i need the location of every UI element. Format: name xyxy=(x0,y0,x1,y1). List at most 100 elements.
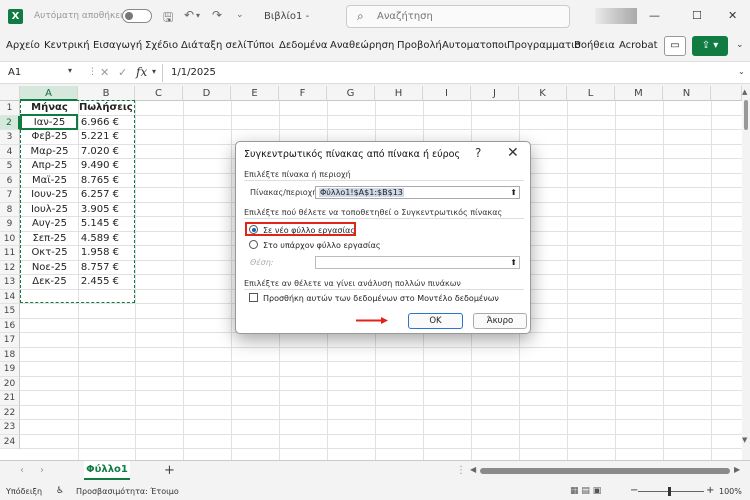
accessibility-status[interactable]: Προσβασιμότητα: Έτοιμο xyxy=(76,487,179,496)
column-header-g[interactable]: G xyxy=(327,86,375,101)
column-header-l[interactable]: L xyxy=(567,86,615,101)
sheet-next-icon[interactable]: › xyxy=(40,465,44,476)
row-header[interactable]: 16 xyxy=(0,318,20,333)
column-header-k[interactable]: K xyxy=(519,86,567,101)
minimize-icon[interactable]: — xyxy=(649,9,660,22)
row-header[interactable]: 13 xyxy=(0,275,20,290)
data-model-checkbox-label[interactable]: Προσθήκη αυτών των δεδομένων στο Μοντέλο… xyxy=(263,294,499,303)
row-header[interactable]: 1 xyxy=(0,101,20,116)
scroll-down-icon[interactable]: ▼ xyxy=(742,436,747,444)
row-header[interactable]: 14 xyxy=(0,289,20,304)
expand-formula-bar-icon[interactable]: ⌄ xyxy=(738,67,745,76)
row-header[interactable]: 3 xyxy=(0,130,20,145)
data-model-checkbox[interactable] xyxy=(249,293,258,302)
share-button[interactable]: ⇪ ▾ xyxy=(692,36,728,56)
row-header[interactable]: 2 xyxy=(0,115,20,130)
tab-insert[interactable]: Εισαγωγή xyxy=(93,40,142,51)
tab-home[interactable]: Κεντρική xyxy=(44,40,90,51)
row-header[interactable]: 22 xyxy=(0,405,20,420)
close-dialog-icon[interactable]: ✕ xyxy=(507,145,519,161)
fx-dropdown-icon[interactable]: ▾ xyxy=(152,67,156,76)
row-header[interactable]: 9 xyxy=(0,217,20,232)
tab-view[interactable]: Προβολή xyxy=(397,40,442,51)
tab-data[interactable]: Δεδομένα xyxy=(279,40,327,51)
row-header[interactable]: 10 xyxy=(0,231,20,246)
row-header[interactable]: 5 xyxy=(0,159,20,174)
row-header[interactable]: 8 xyxy=(0,202,20,217)
tab-review[interactable]: Αναθεώρηση xyxy=(330,40,394,51)
formula-input[interactable]: 1/1/2025 xyxy=(171,67,216,78)
sheet-prev-icon[interactable]: ‹ xyxy=(20,465,24,476)
zoom-slider-thumb[interactable] xyxy=(668,487,671,496)
help-icon[interactable]: ? xyxy=(475,146,481,160)
column-header-a[interactable]: A xyxy=(20,86,78,101)
cancel-button[interactable]: Άκυρο xyxy=(473,313,527,329)
name-box-dropdown-icon[interactable]: ▾ xyxy=(68,66,72,75)
vertical-scroll-thumb[interactable] xyxy=(744,100,748,130)
tab-help[interactable]: Βοήθεια xyxy=(574,40,615,51)
tab-splitter-icon[interactable]: ⋮ xyxy=(456,465,466,476)
scroll-left-icon[interactable]: ◀ xyxy=(470,465,476,474)
row-header[interactable]: 4 xyxy=(0,144,20,159)
zoom-in-icon[interactable]: + xyxy=(706,485,714,496)
column-header-o[interactable] xyxy=(711,86,742,101)
row-header[interactable]: 21 xyxy=(0,391,20,406)
ribbon-collapse-icon[interactable]: ⌄ xyxy=(736,40,744,50)
vertical-scrollbar[interactable]: ▲ ▼ xyxy=(742,86,750,460)
tab-acrobat[interactable]: Acrobat xyxy=(619,40,658,51)
range-input[interactable]: Φύλλο1!$A$1:$B$13 ⬆ xyxy=(315,186,520,199)
save-icon[interactable]: 🖫 xyxy=(163,8,173,29)
row-header[interactable]: 12 xyxy=(0,260,20,275)
cancel-entry-icon[interactable]: ✕ xyxy=(100,66,109,79)
tab-formulas[interactable]: Τύποι xyxy=(247,40,274,51)
column-header-i[interactable]: I xyxy=(423,86,471,101)
column-header-c[interactable]: C xyxy=(135,86,183,101)
view-buttons-icon[interactable]: ▦ ▤ ▣ xyxy=(570,486,601,496)
radio-existing-worksheet[interactable] xyxy=(249,240,258,249)
column-header-d[interactable]: D xyxy=(183,86,231,101)
scroll-right-icon[interactable]: ▶ xyxy=(734,465,740,474)
zoom-slider[interactable] xyxy=(638,491,704,492)
column-header-h[interactable]: H xyxy=(375,86,423,101)
location-collapse-icon[interactable]: ⬆ xyxy=(510,257,517,268)
row-header[interactable]: 11 xyxy=(0,246,20,261)
ok-button[interactable]: OK xyxy=(408,313,463,329)
row-header[interactable]: 18 xyxy=(0,347,20,362)
zoom-level[interactable]: 100% xyxy=(719,487,742,496)
range-collapse-icon[interactable]: ⬆ xyxy=(510,187,517,198)
more-options-icon[interactable]: ⋮ xyxy=(88,67,97,77)
search-box[interactable]: ⌕ Αναζήτηση xyxy=(346,5,570,28)
insert-function-icon[interactable]: fx xyxy=(136,65,147,79)
row-header[interactable]: 15 xyxy=(0,304,20,319)
maximize-icon[interactable]: ☐ xyxy=(692,9,702,22)
autosave-toggle[interactable] xyxy=(122,9,152,23)
row-header[interactable]: 24 xyxy=(0,434,20,449)
undo-dropdown-icon[interactable]: ▾ xyxy=(196,11,200,20)
close-window-icon[interactable]: ✕ xyxy=(728,9,737,22)
horizontal-scroll-thumb[interactable] xyxy=(480,468,730,474)
sheet-tab-active[interactable]: Φύλλο1 xyxy=(84,461,130,480)
tab-page-layout[interactable]: Διάταξη σελί xyxy=(181,40,247,51)
column-header-f[interactable]: F xyxy=(279,86,327,101)
column-header-b[interactable]: B xyxy=(78,86,135,101)
redo-icon[interactable]: ↷ xyxy=(212,8,222,22)
tab-automate[interactable]: Αυτοματοποι xyxy=(442,40,507,51)
row-header[interactable]: 6 xyxy=(0,173,20,188)
horizontal-scrollbar[interactable]: ◀ ▶ xyxy=(470,465,742,477)
row-header[interactable]: 19 xyxy=(0,362,20,377)
row-header[interactable]: 17 xyxy=(0,333,20,348)
radio-existing-worksheet-label[interactable]: Στο υπάρχον φύλλο εργασίας xyxy=(263,241,381,250)
customize-toolbar-icon[interactable]: ⌄ xyxy=(236,10,244,20)
row-header[interactable]: 20 xyxy=(0,376,20,391)
column-header-n[interactable]: N xyxy=(663,86,711,101)
name-box[interactable]: A1 xyxy=(4,65,78,81)
accessibility-icon[interactable]: ♿ xyxy=(56,486,64,496)
tab-file[interactable]: Αρχείο xyxy=(6,40,40,51)
add-sheet-icon[interactable]: + xyxy=(164,463,175,478)
location-input[interactable]: ⬆ xyxy=(315,256,520,269)
tab-developer[interactable]: Προγραμματισ xyxy=(507,40,581,51)
column-header-m[interactable]: M xyxy=(615,86,663,101)
comments-button[interactable]: ▭ xyxy=(664,36,686,56)
undo-icon[interactable]: ↶ xyxy=(184,8,194,22)
row-header[interactable]: 23 xyxy=(0,420,20,435)
